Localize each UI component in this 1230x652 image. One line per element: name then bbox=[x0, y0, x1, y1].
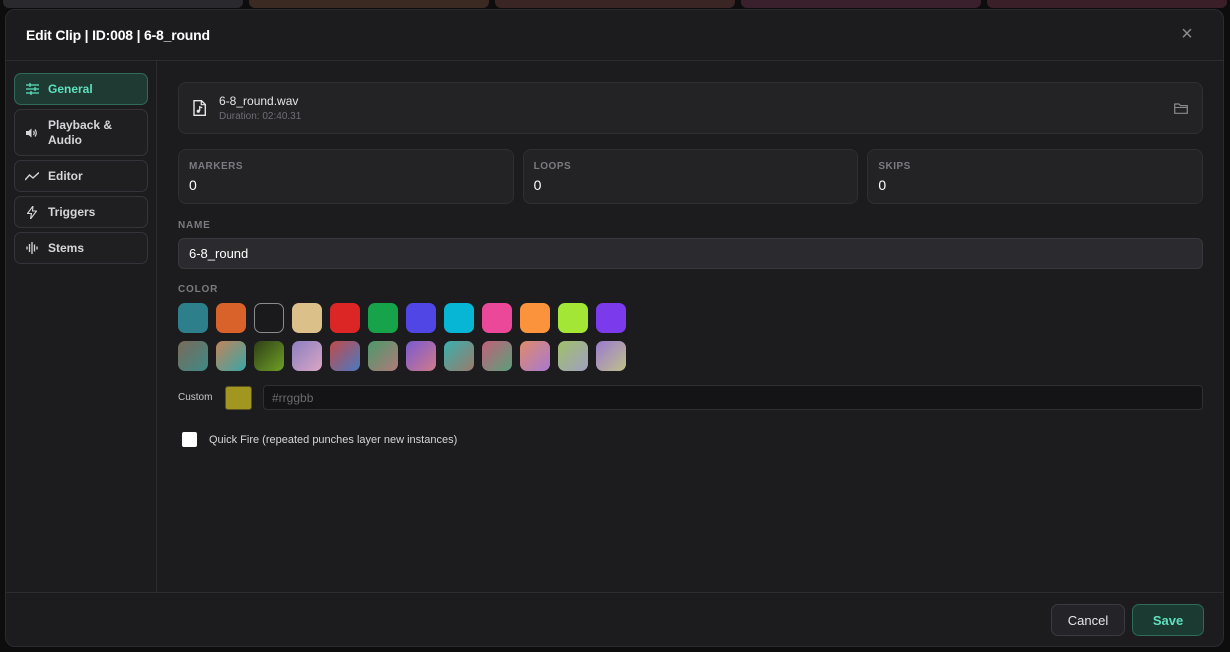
sidebar-item-triggers[interactable]: Triggers bbox=[14, 196, 148, 228]
gradient-swatch[interactable] bbox=[520, 341, 550, 371]
sidebar-item-label: Stems bbox=[48, 240, 85, 255]
color-swatch[interactable] bbox=[292, 303, 322, 333]
sidebar-item-editor[interactable]: Editor bbox=[14, 160, 148, 192]
gradient-swatch[interactable] bbox=[254, 341, 284, 371]
background-clip-strip bbox=[0, 0, 1230, 8]
dialog-header: Edit Clip | ID:008 | 6-8_round × bbox=[6, 10, 1223, 61]
stat-skips: SKIPS 0 bbox=[867, 149, 1204, 204]
gradient-swatch[interactable] bbox=[178, 341, 208, 371]
sidebar-item-general[interactable]: General bbox=[14, 73, 148, 105]
name-input[interactable] bbox=[178, 238, 1203, 269]
stat-value: 0 bbox=[878, 177, 887, 193]
color-swatch[interactable] bbox=[482, 303, 512, 333]
dialog-footer: Cancel Save bbox=[6, 592, 1223, 646]
sidebar-item-label: Triggers bbox=[48, 204, 96, 219]
custom-color-label: Custom bbox=[178, 392, 213, 403]
quick-fire-label: Quick Fire (repeated punches layer new i… bbox=[209, 433, 458, 446]
color-swatch[interactable] bbox=[444, 303, 474, 333]
line-chart-icon bbox=[25, 169, 39, 183]
file-info-card: 6-8_round.wav Duration: 02:40.31 bbox=[178, 82, 1203, 134]
gradient-swatch[interactable] bbox=[330, 341, 360, 371]
clip-stats: MARKERS 0 LOOPS 0 SKIPS 0 bbox=[178, 149, 1204, 204]
cancel-button[interactable]: Cancel bbox=[1051, 604, 1125, 636]
stat-value: 0 bbox=[533, 177, 542, 193]
stat-label: MARKERS bbox=[189, 161, 244, 172]
general-panel: 6-8_round.wav Duration: 02:40.31 MARKERS… bbox=[178, 82, 1204, 447]
quick-fire-row: Quick Fire (repeated punches layer new i… bbox=[178, 432, 1203, 447]
custom-color-picker[interactable] bbox=[225, 385, 252, 410]
gradient-swatch[interactable] bbox=[406, 341, 436, 371]
gradient-swatch[interactable] bbox=[216, 341, 246, 371]
solid-color-swatches bbox=[178, 303, 1203, 333]
dialog-title: Edit Clip | ID:008 | 6-8_round bbox=[26, 27, 210, 43]
folder-icon[interactable] bbox=[1174, 101, 1188, 119]
save-button[interactable]: Save bbox=[1132, 604, 1204, 636]
file-duration: Duration: 02:40.31 bbox=[219, 111, 302, 122]
stat-label: LOOPS bbox=[533, 161, 572, 172]
stat-value: 0 bbox=[189, 177, 197, 193]
color-swatch[interactable] bbox=[558, 303, 588, 333]
gradient-swatch[interactable] bbox=[558, 341, 588, 371]
waveform-icon bbox=[25, 241, 39, 255]
background-clip-tile bbox=[3, 0, 243, 8]
color-swatch[interactable] bbox=[520, 303, 550, 333]
file-name: 6-8_round.wav bbox=[219, 94, 299, 108]
background-clip-tile bbox=[987, 0, 1227, 8]
color-swatch[interactable] bbox=[216, 303, 246, 333]
sidebar-item-label: Editor bbox=[48, 168, 83, 183]
stat-label: SKIPS bbox=[878, 161, 911, 172]
color-swatch[interactable] bbox=[330, 303, 360, 333]
gradient-swatch[interactable] bbox=[596, 341, 626, 371]
color-swatch[interactable] bbox=[368, 303, 398, 333]
background-clip-tile bbox=[741, 0, 981, 8]
color-label: COLOR bbox=[178, 284, 219, 295]
gradient-swatch[interactable] bbox=[444, 341, 474, 371]
gradient-swatch[interactable] bbox=[292, 341, 322, 371]
sidebar-item-label: Playback & Audio bbox=[48, 117, 113, 147]
speaker-icon bbox=[25, 126, 39, 140]
color-swatch[interactable] bbox=[254, 303, 284, 333]
sidebar-item-stems[interactable]: Stems bbox=[14, 232, 148, 264]
color-swatch[interactable] bbox=[406, 303, 436, 333]
close-icon[interactable]: × bbox=[1177, 24, 1197, 45]
lightning-icon bbox=[25, 205, 39, 219]
custom-color-row: Custom bbox=[178, 385, 1203, 410]
stat-loops: LOOPS 0 bbox=[522, 149, 859, 204]
gradient-color-swatches bbox=[178, 341, 1203, 371]
background-clip-tile bbox=[495, 0, 735, 8]
hex-color-input[interactable] bbox=[263, 385, 1203, 410]
sidebar-item-playback-audio[interactable]: Playback & Audio bbox=[14, 109, 148, 156]
sliders-icon bbox=[25, 82, 39, 96]
quick-fire-checkbox[interactable] bbox=[182, 432, 197, 447]
gradient-swatch[interactable] bbox=[482, 341, 512, 371]
sidebar: General Playback & Audio Editor Triggers… bbox=[6, 61, 157, 592]
edit-clip-dialog: Edit Clip | ID:008 | 6-8_round × General… bbox=[5, 9, 1224, 647]
sidebar-item-label: General bbox=[48, 81, 93, 96]
stat-markers: MARKERS 0 bbox=[178, 149, 514, 204]
gradient-swatch[interactable] bbox=[368, 341, 398, 371]
color-swatch[interactable] bbox=[596, 303, 626, 333]
audio-file-icon bbox=[193, 100, 207, 116]
background-clip-tile bbox=[249, 0, 489, 8]
name-label: NAME bbox=[178, 220, 211, 231]
color-swatch[interactable] bbox=[178, 303, 208, 333]
